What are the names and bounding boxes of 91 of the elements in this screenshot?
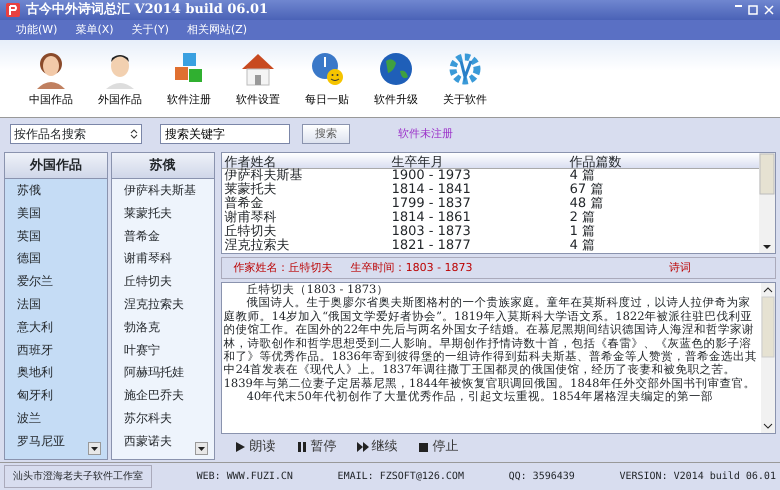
table-cell-text: 48 篇 <box>568 197 604 211</box>
toolbar-button[interactable]: 关于软件 <box>432 48 498 108</box>
list-item[interactable]: 苏尔科夫 <box>112 406 214 430</box>
window-title: 古今中外诗词总汇 V2014 build 06.01 <box>26 1 270 20</box>
toolbar-button[interactable]: 每日一贴 <box>294 48 360 108</box>
list-item[interactable]: 涅克拉索夫 <box>112 292 214 316</box>
status-text: WEB: WWW.FUZI.CN <box>196 470 293 484</box>
table-cell-text: 1 篇 <box>568 225 596 239</box>
close-icon <box>764 5 774 15</box>
list-item[interactable]: 德国 <box>5 247 107 270</box>
scroll-down-button[interactable] <box>88 442 101 455</box>
play-icon <box>234 441 247 453</box>
status-text: QQ: 3596439 <box>508 470 575 484</box>
table-cell-text: 1900 - 1973 <box>390 169 472 183</box>
caret-down-icon <box>90 446 98 450</box>
toolbar-button[interactable]: 软件设置 <box>225 48 291 108</box>
list-item[interactable]: 爱尔兰 <box>5 270 107 293</box>
list-item[interactable]: 西蒙诺夫 <box>112 430 214 453</box>
fast-forward-icon <box>356 441 369 453</box>
player-button[interactable]: 继续 <box>352 437 402 457</box>
table-cell-text: 莱蒙托夫 <box>224 183 278 197</box>
column-header: 苏俄 <box>112 153 214 179</box>
registration-status: 软件未注册 <box>398 126 453 142</box>
column-header[interactable]: 生卒年月 <box>382 153 567 169</box>
list-item[interactable]: 罗马尼亚 <box>5 430 107 453</box>
menu-item[interactable]: 相关网站(Z) <box>180 20 254 40</box>
player-button[interactable]: 停止 <box>414 437 463 457</box>
genre-label: 诗词 <box>669 260 692 276</box>
list-item[interactable]: 匈牙利 <box>5 384 107 407</box>
menu-item[interactable]: 关于(Y) <box>126 20 175 40</box>
list-item[interactable]: 莱蒙托夫 <box>112 202 214 225</box>
list-item[interactable]: 西班牙 <box>5 338 107 362</box>
column-header[interactable]: 作者姓名 <box>222 153 382 169</box>
app-logo-icon <box>6 3 20 17</box>
author-name-label: 作家姓名：丘特切夫 <box>234 260 333 276</box>
list-item[interactable]: 意大利 <box>5 316 107 339</box>
list-item[interactable]: 苏俄 <box>5 179 107 202</box>
toolbar-button[interactable]: 软件注册 <box>156 48 222 108</box>
toolbar-button[interactable]: 中国作品 <box>18 48 84 108</box>
table-cell-text: 谢甫琴科 <box>224 211 278 225</box>
status-text: EMAIL: FZSOFT@126.COM <box>338 470 464 484</box>
table-cell-text: 4 篇 <box>568 239 596 253</box>
table-cell-text: 1814 - 1861 <box>390 211 472 225</box>
table-cell-text: 67 篇 <box>568 183 604 197</box>
list-item[interactable]: 波兰 <box>5 406 107 430</box>
column-header[interactable]: 作品篇数 <box>566 153 677 169</box>
minimize-icon <box>735 5 742 7</box>
list-item[interactable]: 阿赫玛托娃 <box>112 361 214 384</box>
pause-icon <box>296 441 308 453</box>
list-item[interactable]: 丘特切夫 <box>112 270 214 293</box>
scroll-down-button[interactable] <box>194 442 208 455</box>
biography-paragraph: 40年代末50年代初创作了大量优秀作品，引起文坛重视。1854年屠格涅夫编定的第一部 <box>246 390 714 404</box>
toolbar-button[interactable]: 软件升级 <box>363 48 429 108</box>
biography-paragraph: 俄国诗人。生于奥廖尔省奥夫斯图格村的一个贵族家庭。童年在莫斯科度过，以诗人拉伊奇为家庭教师。14岁加入“俄国文学爱好者协会”。1819年入莫斯科大学语文系。1822年被派往驻巴伐利亚的使馆工作。在国外的22年中先后与两名外国女子结婚。在慕尼黑期间结识德国诗人海涅和哲学家谢林，诗歌创作和哲学思想受到二人影响。早期创作抒情诗数十首，包括《春雷》、《灰蓝色的影子溶和了》等优秀作品。1836年寄到彼得堡的一组诗作得到茹科夫斯基、普希金等人赞赏，普希金选出其中24首发表在《现代人》上。1837年调往撒丁王国都灵的俄国使馆，经历了丧妻和被免职之苦。1839年与第二位妻子定居慕尼黑，1844年被恢复官职调回俄国。1848年任外交部外国书刊审查官。 <box>222 296 758 390</box>
biography-paragraph: 丘特切夫（1803 - 1873） <box>246 283 390 296</box>
list-item[interactable]: 法国 <box>5 292 107 316</box>
search-mode-dropdown[interactable]: 按作品名搜索 <box>10 124 142 144</box>
table-cell-text: 涅克拉索夫 <box>224 239 291 253</box>
list-item[interactable]: 谢甫琴科 <box>112 247 214 270</box>
table-cell-text: 2 篇 <box>568 211 596 225</box>
spinner-arrows-icon <box>130 129 138 139</box>
list-item[interactable]: 叶赛宁 <box>112 338 214 362</box>
table-cell-text: 普希金 <box>224 197 264 211</box>
list-item[interactable]: 普希金 <box>112 224 214 248</box>
list-item[interactable]: 伊萨科夫斯基 <box>112 179 214 202</box>
maximize-icon <box>748 5 758 15</box>
status-text: VERSION: V2014 build 06.01 <box>619 470 776 484</box>
table-cell-text: 1814 - 1841 <box>390 183 472 197</box>
table-cell-text: 1821 - 1877 <box>390 239 472 253</box>
lifespan-label: 生卒时间：1803 - 1873 <box>350 260 473 276</box>
list-item[interactable]: 美国 <box>5 202 107 225</box>
list-item[interactable]: 奥地利 <box>5 361 107 384</box>
player-button[interactable]: 暂停 <box>292 437 341 457</box>
search-field[interactable]: 搜索关键字 <box>160 124 290 144</box>
menu-item[interactable]: 功能(W) <box>10 20 64 40</box>
table-cell-text: 丘特切夫 <box>224 225 277 239</box>
player-button[interactable]: 朗读 <box>230 437 280 457</box>
list-item[interactable]: 英国 <box>5 224 107 248</box>
list-item[interactable]: 施企巴乔夫 <box>112 384 214 407</box>
list-item[interactable]: 勃洛克 <box>112 316 214 339</box>
search-button[interactable]: 搜索 <box>302 124 350 144</box>
table-cell-text: 1799 - 1837 <box>390 197 472 211</box>
menu-item[interactable]: 菜单(X) <box>69 20 120 40</box>
caret-down-icon <box>198 446 205 450</box>
column-header: 外国作品 <box>5 153 107 179</box>
toolbar-button[interactable]: 外国作品 <box>87 48 153 108</box>
table-cell-text: 1803 - 1873 <box>390 225 472 239</box>
table-cell-text: 伊萨科夫斯基 <box>224 169 304 183</box>
status-text: 汕头市澄海老夫子软件工作室 <box>4 465 152 488</box>
table-cell-text: 4 篇 <box>568 169 595 183</box>
stop-icon <box>418 441 430 453</box>
